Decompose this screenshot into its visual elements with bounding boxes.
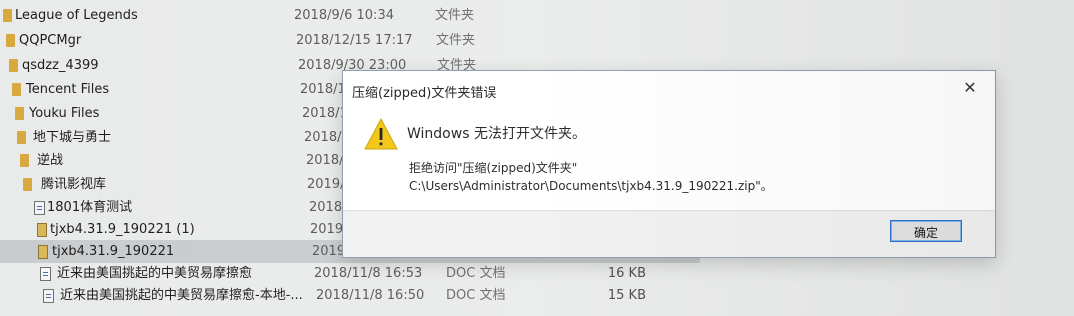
file-name: 近来由美国挑起的中美贸易摩擦愈 <box>57 266 253 281</box>
warning-icon <box>364 117 398 150</box>
file-date: 2018/1 <box>302 106 348 121</box>
file-type: 文件夹 <box>435 8 475 23</box>
file-type: DOC 文档 <box>446 266 506 281</box>
file-row[interactable]: QQPCMgr 2018/12/15 17:17 文件夹 <box>0 29 700 52</box>
file-name: Tencent Files <box>26 82 110 97</box>
zip-icon <box>38 245 48 259</box>
dialog-detail-path: C:\Users\Administrator\Documents\tjxb4.3… <box>409 179 773 193</box>
file-name: 近来由美国挑起的中美贸易摩擦愈-本地-... <box>60 288 303 303</box>
doc-icon <box>40 267 51 281</box>
ok-button[interactable]: 确定 <box>890 220 962 242</box>
file-size: 16 KB <box>607 266 646 281</box>
folder-icon <box>20 154 29 167</box>
doc-icon <box>43 289 54 303</box>
file-name: Youku Files <box>29 106 100 121</box>
folder-icon <box>17 131 26 144</box>
file-name: qsdzz_4399 <box>22 58 99 73</box>
file-name: 逆战 <box>37 153 64 168</box>
file-date: 2018/11/8 16:53 <box>314 266 423 281</box>
zip-icon <box>37 223 47 237</box>
file-size: 15 KB <box>607 288 646 303</box>
file-name: 腾讯影视库 <box>41 177 107 192</box>
folder-icon <box>23 178 32 191</box>
folder-icon <box>3 9 12 22</box>
file-name: 地下城与勇士 <box>33 130 112 145</box>
file-name: tjxb4.31.9_190221 <box>52 244 175 259</box>
close-icon[interactable]: ✕ <box>959 77 981 99</box>
file-name: 1801体育测试 <box>47 200 133 215</box>
dialog-detail-access-denied: 拒绝访问"压缩(zipped)文件夹" <box>409 161 578 175</box>
file-type: 文件夹 <box>436 33 476 48</box>
file-name: League of Legends <box>15 8 138 23</box>
file-name: tjxb4.31.9_190221 (1) <box>50 222 195 237</box>
zip-error-dialog: 压缩(zipped)文件夹错误 ✕ Windows 无法打开文件夹。 拒绝访问"… <box>342 70 996 258</box>
folder-icon <box>9 59 18 72</box>
folder-icon <box>12 83 21 96</box>
file-date: 2018/1 <box>300 82 346 97</box>
folder-icon <box>6 34 15 47</box>
file-row[interactable]: 近来由美国挑起的中美贸易摩擦愈-本地-... 2018/11/8 16:50 DOC… <box>0 284 700 307</box>
file-date: 2018/9/6 10:34 <box>294 8 394 23</box>
file-date: 2018/12/15 17:17 <box>296 33 413 48</box>
file-name: QQPCMgr <box>19 33 82 48</box>
file-date: 2018/11/8 16:50 <box>316 288 425 303</box>
file-row[interactable]: League of Legends 2018/9/6 10:34 文件夹 <box>0 4 700 27</box>
dialog-footer: 确定 <box>343 210 995 257</box>
file-row[interactable]: 近来由美国挑起的中美贸易摩擦愈 2018/11/8 16:53 DOC 文档 16 K… <box>0 262 700 285</box>
doc-icon <box>34 201 45 215</box>
dialog-title: 压缩(zipped)文件夹错误 <box>352 86 497 101</box>
file-type: DOC 文档 <box>446 288 506 303</box>
dialog-message: Windows 无法打开文件夹。 <box>407 126 586 142</box>
folder-icon <box>15 107 24 120</box>
